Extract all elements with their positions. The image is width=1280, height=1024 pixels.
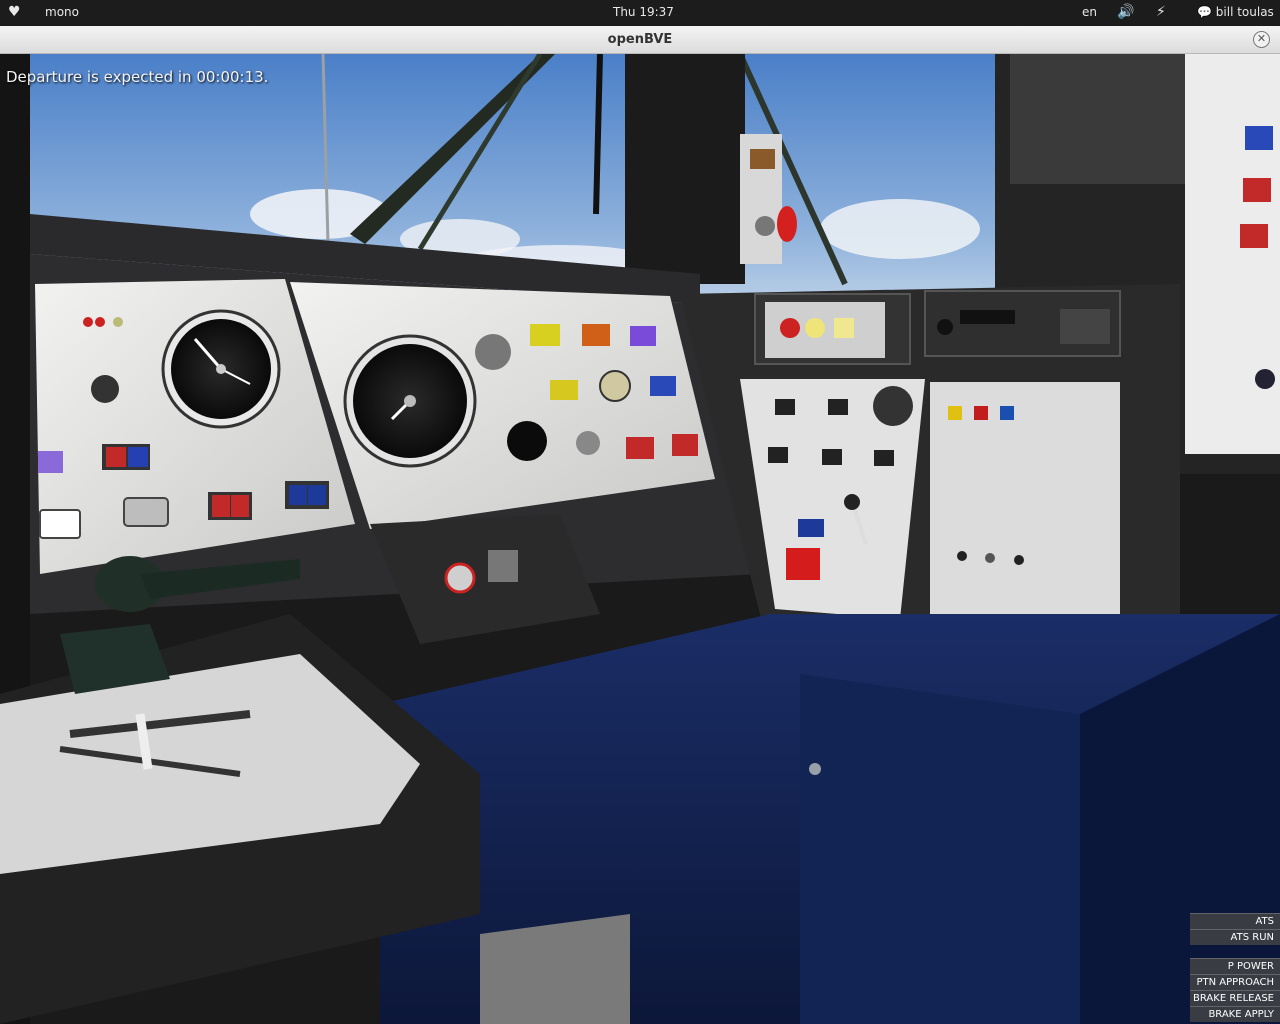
chat-bubble-icon: 💬 [1197, 5, 1212, 19]
active-app-name[interactable]: mono [45, 0, 79, 25]
hud-ats-run: ATS RUN [1190, 929, 1280, 945]
system-top-bar: ♥ mono Thu 19:37 en 🔊 ⚡ 💬 bill toulas [0, 0, 1280, 25]
close-icon[interactable]: ✕ [1253, 31, 1270, 48]
keyboard-language[interactable]: en [1082, 0, 1097, 25]
speaker-icon[interactable]: 🔊 [1117, 0, 1134, 25]
network-icon[interactable]: ⚡ [1156, 0, 1166, 25]
simulator-viewport[interactable]: Departure is expected in 00:00:13. ATS A… [0, 54, 1280, 1024]
hud-brake-apply: BRAKE APPLY [1190, 1006, 1280, 1022]
window-title: openBVE [607, 32, 673, 47]
window-title-bar[interactable]: openBVE ✕ [0, 26, 1280, 54]
user-menu[interactable]: 💬 bill toulas [1197, 0, 1274, 25]
departure-message: Departure is expected in 00:00:13. [6, 68, 269, 86]
aws-indicator-panel: P POWER PTN APPROACH BRAKE RELEASE BRAKE… [1190, 958, 1280, 1022]
hud-ptn-approach: PTN APPROACH [1190, 974, 1280, 990]
user-name: bill toulas [1215, 5, 1274, 19]
heart-icon[interactable]: ♥ [8, 0, 21, 25]
hud-brake-release: BRAKE RELEASE [1190, 990, 1280, 1006]
hud-ats: ATS [1190, 913, 1280, 929]
hud-p-power: P POWER [1190, 958, 1280, 974]
ats-indicator-panel: ATS ATS RUN [1190, 913, 1280, 945]
train-cab-scene [0, 54, 1280, 1024]
clock[interactable]: Thu 19:37 [613, 0, 674, 25]
